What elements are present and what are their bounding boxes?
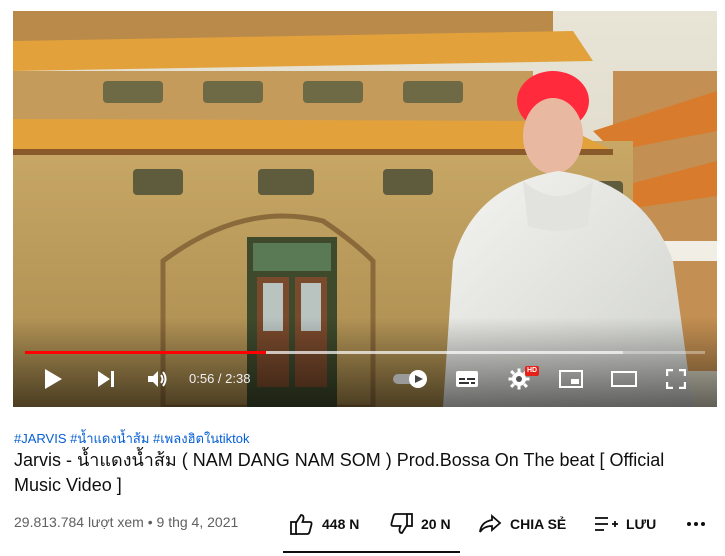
theater-icon (611, 371, 637, 387)
like-count: 448 N (322, 516, 360, 532)
subtitles-icon (456, 371, 478, 387)
progress-bar[interactable] (25, 351, 705, 354)
like-dislike-divider (283, 551, 460, 553)
autoplay-toggle-icon (393, 370, 427, 388)
video-player[interactable]: 0:56 / 2:38 HD (13, 11, 717, 407)
save-icon (595, 517, 618, 531)
hd-badge: HD (525, 366, 540, 376)
next-button[interactable] (93, 364, 119, 394)
share-button[interactable]: CHIA SẺ (478, 512, 566, 536)
view-count-date: 29.813.784 lượt xem • 9 thg 4, 2021 (14, 514, 239, 530)
dislike-icon (390, 513, 413, 534)
played-bar (25, 351, 267, 354)
video-title: Jarvis - น้ำแดงน้ำส้ม ( NAM DANG NAM SOM… (14, 450, 665, 495)
next-icon (98, 371, 114, 387)
fullscreen-icon (666, 369, 686, 389)
volume-button[interactable] (145, 364, 171, 394)
fullscreen-button[interactable] (663, 364, 689, 394)
play-icon (45, 369, 62, 389)
theater-button[interactable] (609, 364, 639, 394)
miniplayer-button[interactable] (557, 364, 585, 394)
like-button[interactable]: 448 N (290, 512, 359, 536)
dislike-count: 20 N (421, 516, 451, 532)
save-label: LƯU (626, 516, 657, 532)
video-hashtags[interactable]: #JARVIS #น้ำแดงน้ำส้ม #เพลงฮิตในtiktok (14, 428, 250, 449)
save-button[interactable]: LƯU (594, 512, 656, 536)
more-actions-button[interactable] (686, 512, 706, 536)
miniplayer-icon (559, 370, 583, 388)
subtitles-button[interactable] (453, 364, 481, 394)
time-display: 0:56 / 2:38 (189, 371, 251, 386)
dislike-button[interactable]: 20 N (389, 512, 451, 536)
play-button[interactable] (39, 364, 67, 394)
more-icon (687, 522, 705, 526)
share-label: CHIA SẺ (510, 516, 567, 532)
share-icon (479, 514, 502, 533)
like-icon (290, 514, 313, 535)
autoplay-toggle[interactable] (391, 364, 431, 394)
volume-icon (148, 371, 167, 387)
